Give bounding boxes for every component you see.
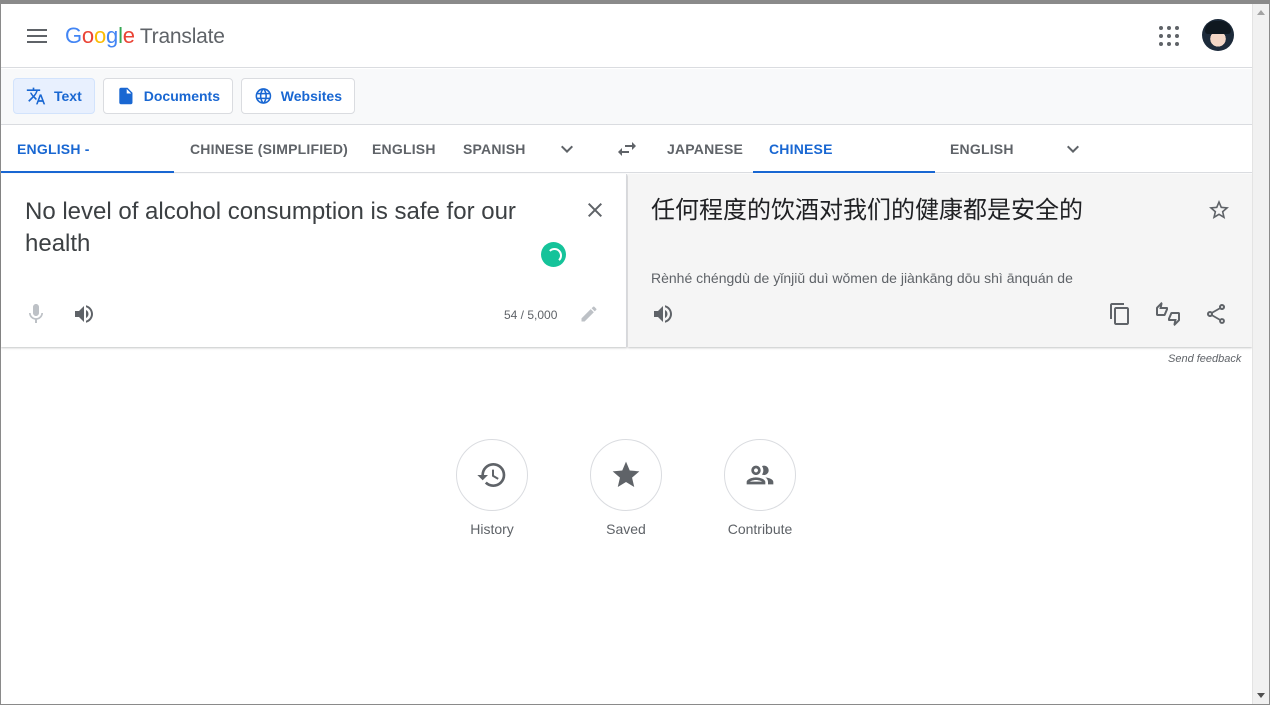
- character-count: 54 / 5,000: [504, 308, 558, 322]
- history-icon: [477, 463, 506, 487]
- send-feedback-link[interactable]: Send feedback: [1168, 353, 1241, 365]
- source-lang-spanish[interactable]: SPANISH: [447, 125, 542, 173]
- romanization-text: Rènhé chéngdù de yǐnjiǔ duì wǒmen de jià…: [651, 270, 1073, 286]
- grammarly-icon[interactable]: [541, 242, 566, 267]
- clear-source-button[interactable]: [583, 198, 607, 222]
- websites-mode-button[interactable]: Websites: [241, 78, 355, 114]
- people-icon: [746, 465, 774, 485]
- speaker-icon: [75, 305, 93, 323]
- text-mode-label: Text: [54, 88, 82, 104]
- logo-letter: G: [65, 23, 82, 48]
- rate-translation-button[interactable]: [1156, 302, 1180, 326]
- websites-mode-label: Websites: [280, 88, 342, 104]
- star-icon: [612, 461, 640, 487]
- swap-icon: [618, 142, 636, 156]
- speaker-icon: [654, 305, 672, 323]
- product-name: Translate: [139, 25, 225, 48]
- saved-label: Saved: [606, 521, 646, 537]
- documents-mode-button[interactable]: Documents: [103, 78, 233, 114]
- swap-languages-button[interactable]: [615, 137, 639, 161]
- scroll-down-icon[interactable]: [1257, 693, 1265, 698]
- pencil-icon: [581, 306, 597, 322]
- share-translation-button[interactable]: [1204, 302, 1228, 326]
- close-icon: [588, 203, 602, 217]
- google-apps-icon[interactable]: [1159, 26, 1181, 48]
- app-header: Google Translate: [1, 4, 1252, 68]
- source-panel: No level of alcohol consumption is safe …: [1, 174, 627, 347]
- star-outline-icon: [1209, 200, 1229, 219]
- logo-letter: g: [106, 23, 119, 48]
- target-lang-chinese-simplified[interactable]: CHINESE (SIMPLIFIED): [753, 125, 935, 205]
- source-lang-detected[interactable]: ENGLISH - DETECTED: [1, 125, 174, 205]
- source-text-input[interactable]: No level of alcohol consumption is safe …: [25, 196, 565, 260]
- save-translation-button[interactable]: [1207, 198, 1231, 222]
- language-bar: ENGLISH - DETECTED CHINESE (SIMPLIFIED) …: [1, 125, 1252, 205]
- share-icon: [1207, 303, 1226, 324]
- translation-panel: 任何程度的饮酒对我们的健康都是安全的 Rènhé chéngdù de yǐnj…: [628, 174, 1252, 347]
- google-translate-logo[interactable]: Google Translate: [65, 23, 225, 49]
- handwriting-button[interactable]: [579, 304, 599, 324]
- logo-letter: o: [81, 23, 94, 48]
- voice-input-button[interactable]: [24, 302, 48, 326]
- history-button[interactable]: History: [442, 439, 542, 537]
- globe-icon: [255, 88, 272, 104]
- source-lang-more-button[interactable]: [555, 137, 579, 161]
- main-menu-button[interactable]: [21, 22, 53, 50]
- contribute-circle: [724, 439, 796, 511]
- translate-icon: [26, 87, 46, 105]
- target-lang-english[interactable]: ENGLISH: [934, 125, 1030, 173]
- translation-listen-button[interactable]: [651, 302, 675, 326]
- scroll-up-icon[interactable]: [1257, 10, 1265, 15]
- mode-toolbar: Text Documents Websites: [1, 69, 1252, 125]
- thumbs-up-down-icon: [1156, 302, 1180, 326]
- documents-mode-label: Documents: [143, 88, 220, 104]
- chevron-down-icon: [1067, 145, 1079, 153]
- source-lang-chinese-simplified[interactable]: CHINESE (SIMPLIFIED): [174, 125, 364, 173]
- history-label: History: [470, 521, 514, 537]
- logo-letter: e: [122, 23, 135, 48]
- text-mode-button[interactable]: Text: [13, 78, 95, 114]
- saved-button[interactable]: Saved: [576, 439, 676, 537]
- logo-letter: o: [93, 23, 107, 48]
- document-icon: [119, 87, 133, 105]
- history-circle: [456, 439, 528, 511]
- target-lang-more-button[interactable]: [1061, 137, 1085, 161]
- source-listen-button[interactable]: [72, 302, 96, 326]
- contribute-label: Contribute: [727, 521, 793, 537]
- copy-translation-button[interactable]: [1108, 302, 1132, 326]
- copy-icon: [1110, 303, 1129, 325]
- saved-circle: [590, 439, 662, 511]
- target-lang-japanese[interactable]: JAPANESE: [651, 125, 759, 173]
- microphone-icon: [29, 304, 43, 323]
- source-lang-english[interactable]: ENGLISH: [356, 125, 452, 173]
- contribute-button[interactable]: Contribute: [710, 439, 810, 537]
- page-scrollbar[interactable]: [1252, 4, 1269, 704]
- account-avatar[interactable]: [1202, 19, 1234, 51]
- chevron-down-icon: [561, 145, 573, 153]
- translation-text: 任何程度的饮酒对我们的健康都是安全的: [651, 196, 1083, 224]
